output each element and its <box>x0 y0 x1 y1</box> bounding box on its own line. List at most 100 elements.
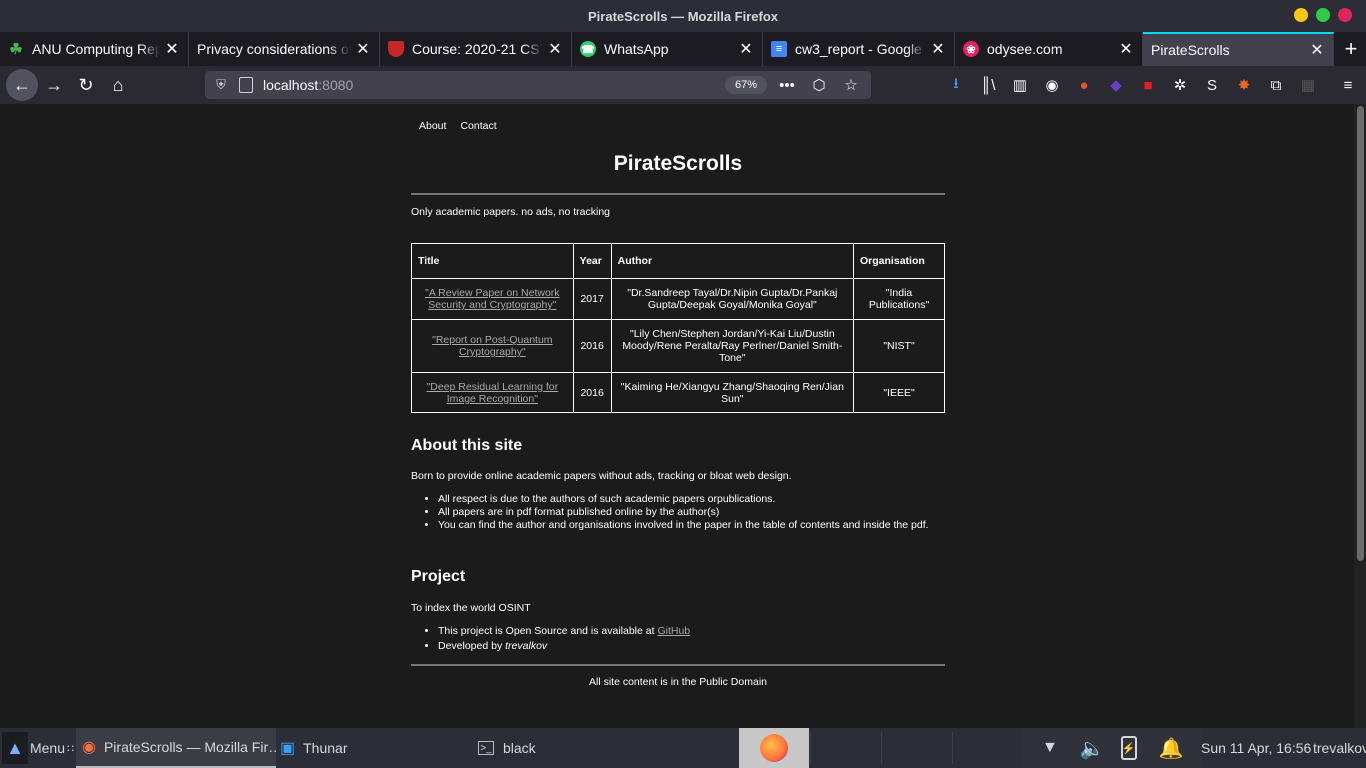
close-icon[interactable]: ✕ <box>355 39 371 59</box>
extension-grid-icon[interactable]: ▦ <box>1296 69 1320 101</box>
project-heading: Project <box>411 568 466 585</box>
paper-author-cell: "Lily Chen/Stephen Jordan/Yi-Kai Liu/Dus… <box>610 319 855 373</box>
taskbar-window-label: PirateScrolls — Mozilla Fir… <box>103 739 276 755</box>
github-link[interactable]: GitHub <box>657 625 690 637</box>
paper-title-cell: "Deep Residual Learning for Image Recogn… <box>411 372 574 413</box>
terminal-icon: >_ <box>478 741 494 755</box>
start-menu-button[interactable]: ▲ Menu ∷ <box>0 728 74 768</box>
tab-anu[interactable]: ☘ ANU Computing Repo ✕ <box>0 32 189 66</box>
nav-about-link[interactable]: About <box>419 120 446 132</box>
pocket-icon[interactable]: ⬡ <box>807 74 831 96</box>
sidebar-icon[interactable]: ▥ <box>1008 69 1032 101</box>
nav-contact-link[interactable]: Contact <box>460 120 496 132</box>
shield-icon <box>388 41 404 57</box>
battery-icon[interactable]: ⚡ <box>1120 736 1137 760</box>
odysee-icon: ❀ <box>963 41 979 57</box>
extension-search-icon[interactable]: ⧉ <box>1264 69 1288 101</box>
library-icon[interactable]: ║\ <box>976 69 1000 101</box>
minimize-button[interactable] <box>1294 8 1308 22</box>
paper-author-cell: "Kaiming He/Xiangyu Zhang/Shaoqing Ren/J… <box>610 372 855 413</box>
paper-link[interactable]: "A Review Paper on Network Security and … <box>425 287 559 311</box>
google-docs-icon: ≡ <box>771 41 787 57</box>
back-button[interactable]: ← <box>6 69 38 101</box>
workspace-2[interactable] <box>811 728 881 768</box>
tab-whatsapp[interactable]: ☎ WhatsApp ✕ <box>572 32 763 66</box>
tab-strip: ☘ ANU Computing Repo ✕ Privacy considera… <box>0 32 1366 66</box>
workspace-3[interactable] <box>882 728 952 768</box>
lock-extension-icon[interactable]: ■ <box>1136 69 1160 101</box>
url-text[interactable]: localhost:8080 <box>263 77 353 93</box>
taskbar-window-thunar[interactable]: ▣ Thunar <box>280 728 470 768</box>
maximize-button[interactable] <box>1316 8 1330 22</box>
taskbar-window-label: black <box>503 740 536 756</box>
wifi-icon[interactable]: ▼ <box>1042 739 1058 757</box>
paper-author-cell: "Dr.Sandreep Tayal/Dr.Nipin Gupta/Dr.Pan… <box>610 278 855 320</box>
url-bar[interactable]: ⛨ localhost:8080 67% ••• ⬡ ☆ <box>205 71 871 99</box>
account-icon[interactable]: ◉ <box>1040 69 1064 101</box>
tab-label: Course: 2020-21 CST <box>412 41 543 57</box>
paper-link[interactable]: "Report on Post-Quantum Cryptography" <box>432 334 552 358</box>
workspace-divider <box>952 732 953 764</box>
paper-link[interactable]: "Deep Residual Learning for Image Recogn… <box>427 381 559 405</box>
close-icon[interactable]: ✕ <box>930 39 946 59</box>
downloads-icon[interactable]: ⭳ <box>944 69 968 101</box>
clock[interactable]: Sun 11 Apr, 16:56 <box>1201 728 1311 768</box>
taskbar-window-label: Thunar <box>303 740 348 756</box>
forward-button[interactable]: → <box>38 69 70 101</box>
list-item-text: This project is Open Source and is avail… <box>438 625 658 637</box>
column-header-title: Title <box>411 243 574 279</box>
extension-cookie-icon[interactable]: ✲ <box>1168 69 1192 101</box>
volume-icon[interactable]: 🔈 <box>1080 736 1105 761</box>
tracking-shield-icon[interactable]: ⛨ <box>213 77 229 93</box>
system-tray: ▼ 🔈 ⚡ 🔔 <box>1022 728 1202 768</box>
reload-button[interactable]: ↻ <box>70 69 102 101</box>
tab-label: odysee.com <box>987 41 1063 57</box>
zoom-level-badge[interactable]: 67% <box>725 76 767 94</box>
table-row: "Report on Post-Quantum Cryptography" 20… <box>411 319 945 373</box>
tab-piratescrolls[interactable]: PirateScrolls ✕ <box>1143 32 1334 66</box>
home-button[interactable]: ⌂ <box>102 69 134 101</box>
list-item: All papers are in pdf format published o… <box>438 506 929 519</box>
paper-title-cell: "Report on Post-Quantum Cryptography" <box>411 319 574 373</box>
page-actions-icon[interactable]: ••• <box>775 74 799 96</box>
column-header-organisation: Organisation <box>853 243 945 279</box>
hamburger-menu-icon[interactable]: ≡ <box>1336 69 1360 101</box>
tab-label: PirateScrolls <box>1151 42 1230 58</box>
bookmark-star-icon[interactable]: ☆ <box>839 74 863 96</box>
close-icon[interactable]: ✕ <box>738 39 754 59</box>
close-icon[interactable]: ✕ <box>547 39 563 59</box>
notification-bell-icon[interactable]: 🔔 <box>1159 736 1184 761</box>
about-intro: Born to provide online academic papers w… <box>411 470 792 482</box>
taskbar-window-firefox[interactable]: ◉ PirateScrolls — Mozilla Fir… <box>76 728 276 768</box>
tab-label: ANU Computing Repo <box>32 41 160 57</box>
user-name[interactable]: trevalkov <box>1313 728 1366 768</box>
menu-label: Menu <box>29 740 65 756</box>
menu-grid-icon: ∷ <box>67 742 74 755</box>
window-titlebar: PirateScrolls — Mozilla Firefox <box>0 0 1366 32</box>
firefox-icon: ◉ <box>82 739 96 756</box>
whatsapp-icon: ☎ <box>580 41 596 57</box>
tab-label: Privacy considerations of <box>197 41 351 57</box>
scrollbar-thumb[interactable] <box>1357 106 1364 561</box>
close-icon[interactable]: ✕ <box>164 39 180 59</box>
page-scrollbar[interactable] <box>1354 104 1366 728</box>
tab-course[interactable]: Course: 2020-21 CST ✕ <box>380 32 572 66</box>
window-title: PirateScrolls — Mozilla Firefox <box>588 8 778 24</box>
close-window-button[interactable] <box>1338 8 1352 22</box>
tab-privacy[interactable]: Privacy considerations of ✕ <box>189 32 380 66</box>
close-icon[interactable]: ✕ <box>1309 40 1325 60</box>
tab-google-docs[interactable]: ≡ cw3_report - Google D ✕ <box>763 32 955 66</box>
new-tab-button[interactable]: + <box>1336 32 1366 66</box>
page-icon <box>239 77 253 93</box>
duckduckgo-icon[interactable]: ● <box>1072 69 1096 101</box>
close-icon[interactable]: ✕ <box>1118 39 1134 59</box>
list-item-text: Developed by <box>438 640 506 652</box>
extension-purple-icon[interactable]: ◆ <box>1104 69 1128 101</box>
taskbar-window-terminal[interactable]: >_ black <box>478 728 668 768</box>
extension-fox-icon[interactable]: ✸ <box>1232 69 1256 101</box>
tab-odysee[interactable]: ❀ odysee.com ✕ <box>955 32 1143 66</box>
author-name: trevalkov <box>505 640 548 652</box>
divider <box>411 193 945 195</box>
workspace-1[interactable] <box>739 728 809 768</box>
extension-s-icon[interactable]: S <box>1200 69 1224 101</box>
